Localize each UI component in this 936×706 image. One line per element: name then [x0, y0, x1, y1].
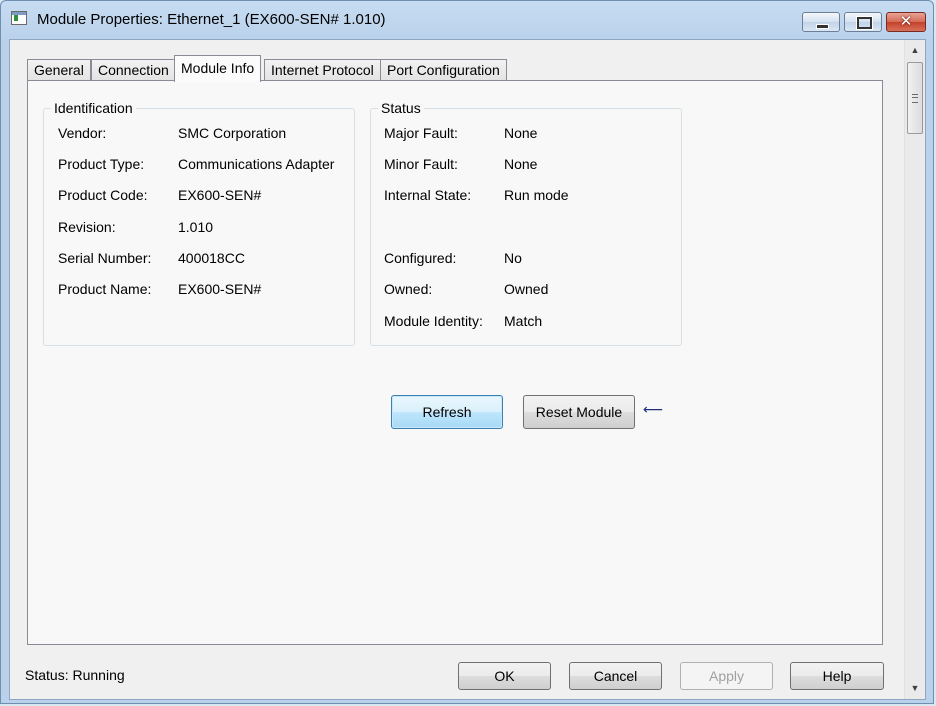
- cancel-button[interactable]: Cancel: [569, 662, 662, 690]
- major-fault-label: Major Fault:: [384, 125, 458, 141]
- module-identity-value: Match: [504, 313, 543, 329]
- tab-module-info[interactable]: Module Info: [174, 55, 262, 82]
- scroll-down-icon[interactable]: ▼: [905, 680, 925, 697]
- help-button[interactable]: Help: [790, 662, 884, 690]
- vertical-scrollbar[interactable]: ▲ ▼: [904, 40, 925, 699]
- identification-group: Identification Vendor: SMC Corporation P…: [43, 100, 355, 346]
- status-group: Status Major Fault: None Minor Fault: No…: [370, 100, 682, 346]
- status-value: Running: [72, 667, 125, 683]
- refresh-button[interactable]: Refresh: [391, 395, 503, 429]
- maximize-button[interactable]: [844, 12, 882, 32]
- apply-button[interactable]: Apply: [680, 662, 773, 690]
- module-identity-label: Module Identity:: [384, 313, 483, 329]
- configured-label: Configured:: [384, 250, 457, 266]
- revision-label: Revision:: [58, 219, 116, 235]
- product-type-value: Communications Adapter: [178, 156, 335, 172]
- left-arrow-icon: ⟵: [643, 401, 664, 417]
- tab-general[interactable]: General: [27, 59, 91, 81]
- tab-connection[interactable]: Connection: [91, 59, 176, 81]
- serial-number-value: 400018CC: [178, 250, 245, 266]
- vendor-value: SMC Corporation: [178, 125, 287, 141]
- serial-number-label: Serial Number:: [58, 250, 152, 266]
- window-title: Module Properties: Ethernet_1 (EX600-SEN…: [37, 11, 386, 28]
- module-properties-window: Module Properties: Ethernet_1 (EX600-SEN…: [0, 0, 934, 704]
- product-code-label: Product Code:: [58, 187, 148, 203]
- identification-title: Identification: [51, 100, 136, 116]
- tab-internet-protocol[interactable]: Internet Protocol: [264, 59, 381, 81]
- revision-value: 1.010: [178, 219, 214, 235]
- product-code-value: EX600-SEN#: [178, 187, 262, 203]
- major-fault-value: None: [504, 125, 538, 141]
- minimize-button[interactable]: [802, 12, 840, 32]
- minimize-icon: [816, 24, 829, 29]
- status-line: Status: Running: [25, 667, 125, 683]
- status-label: Status:: [25, 667, 69, 683]
- product-name-label: Product Name:: [58, 281, 152, 297]
- internal-state-value: Run mode: [504, 187, 569, 203]
- owned-value: Owned: [504, 281, 549, 297]
- scroll-up-icon[interactable]: ▲: [905, 42, 925, 59]
- status-title: Status: [378, 100, 424, 116]
- title-bar[interactable]: Module Properties: Ethernet_1 (EX600-SEN…: [1, 1, 933, 39]
- internal-state-label: Internal State:: [384, 187, 472, 203]
- tab-port-configuration[interactable]: Port Configuration: [380, 59, 507, 81]
- product-name-value: EX600-SEN#: [178, 281, 262, 297]
- product-type-label: Product Type:: [58, 156, 145, 172]
- dialog-client-area: General Connection Module Info Internet …: [9, 39, 926, 700]
- reset-module-button[interactable]: Reset Module: [523, 395, 635, 429]
- minor-fault-value: None: [504, 156, 538, 172]
- scroll-thumb[interactable]: [907, 62, 923, 134]
- vendor-label: Vendor:: [58, 125, 107, 141]
- module-properties-icon: [11, 11, 27, 25]
- maximize-icon: [857, 17, 872, 29]
- grip-icon: [912, 94, 918, 103]
- minor-fault-label: Minor Fault:: [384, 156, 458, 172]
- close-icon: ✕: [899, 13, 913, 30]
- close-button[interactable]: ✕: [886, 12, 926, 32]
- configured-value: No: [504, 250, 522, 266]
- owned-label: Owned:: [384, 281, 433, 297]
- ok-button[interactable]: OK: [458, 662, 551, 690]
- module-info-panel: Identification Vendor: SMC Corporation P…: [27, 80, 883, 645]
